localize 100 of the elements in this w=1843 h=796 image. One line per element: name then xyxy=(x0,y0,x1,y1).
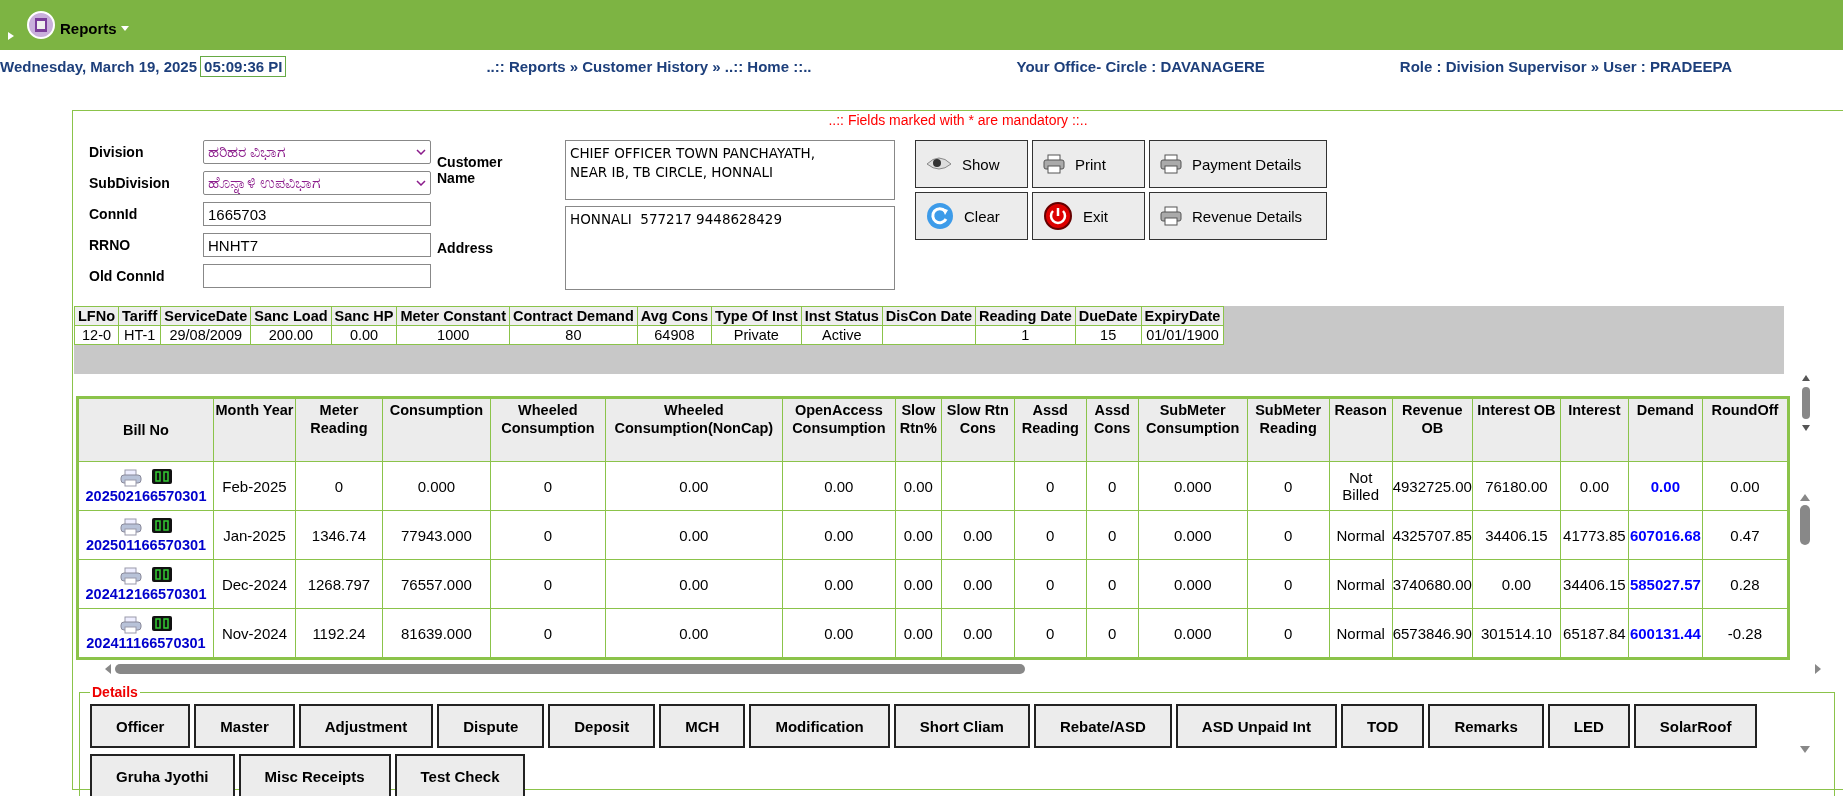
table-cell: HT-1 xyxy=(118,325,161,345)
details-button[interactable]: ASD Unpaid Int xyxy=(1175,704,1337,748)
display-icon[interactable] xyxy=(152,517,172,533)
display-icon[interactable] xyxy=(152,468,172,484)
details-button[interactable]: Deposit xyxy=(548,704,656,748)
column-header: Interest OB xyxy=(1472,398,1561,462)
display-icon[interactable] xyxy=(152,615,172,631)
printer-icon[interactable] xyxy=(120,468,142,487)
table-cell: 0 xyxy=(1247,510,1330,560)
column-header: Reading Date xyxy=(975,306,1076,326)
details-button[interactable]: Master xyxy=(194,704,295,748)
table-cell: 65187.84 xyxy=(1560,608,1629,658)
table-cell: 0.00 xyxy=(895,559,942,609)
table-cell: 64908 xyxy=(637,325,712,345)
column-header: RoundOff xyxy=(1702,398,1788,462)
column-header: Slow Rtn Cons xyxy=(941,398,1015,462)
display-icon[interactable] xyxy=(152,566,172,582)
details-button[interactable]: LED xyxy=(1547,704,1630,748)
details-button[interactable]: SolarRoof xyxy=(1633,704,1758,748)
scrollbar-drawing[interactable] xyxy=(1799,373,1813,433)
printer-icon[interactable] xyxy=(120,517,142,536)
field-label: Old ConnId xyxy=(89,268,166,284)
table-cell: 29/08/2009 xyxy=(160,325,251,345)
column-header: SubMeter Reading xyxy=(1247,398,1330,462)
details-button[interactable]: Remarks xyxy=(1428,704,1544,748)
table-cell: Normal xyxy=(1329,559,1393,609)
table-cell: Private xyxy=(711,325,802,345)
printer-icon[interactable] xyxy=(120,566,142,585)
table-cell: 15 xyxy=(1075,325,1142,345)
breadcrumb[interactable]: ..:: Reports » Customer History » ..:: Home ::.. xyxy=(486,57,812,75)
details-button[interactable]: Gruha Jyothi xyxy=(90,754,235,796)
table-cell: 1192.24 xyxy=(295,608,383,658)
column-header: Demand xyxy=(1628,398,1703,462)
action-button[interactable]: Revenue Details xyxy=(1149,192,1327,240)
details-legend: Details xyxy=(90,684,140,700)
table-cell: 0.00 xyxy=(605,510,783,560)
details-button[interactable]: Test Check xyxy=(394,754,526,796)
table-cell: 0.00 xyxy=(895,510,942,560)
table-cell: 0 xyxy=(1014,510,1087,560)
table-cell: 0.00 xyxy=(941,510,1015,560)
column-header: Wheeled Consumption(NonCap) xyxy=(605,398,783,462)
table-cell: 0 xyxy=(1247,559,1330,609)
input-field[interactable]: HNHT7 xyxy=(203,233,431,257)
table-cell: 0.00 xyxy=(1472,559,1561,609)
reports-menu[interactable]: Reports xyxy=(26,10,129,46)
eye-icon xyxy=(926,156,952,172)
reports-icon xyxy=(26,10,56,40)
table-cell: 0.00 xyxy=(1702,461,1788,511)
table-cell: 0 xyxy=(1086,461,1139,511)
table-cell: 0.000 xyxy=(382,461,491,511)
details-button[interactable]: MCH xyxy=(659,704,746,748)
column-header: Meter Reading xyxy=(295,398,383,462)
details-button[interactable]: Adjustment xyxy=(298,704,434,748)
table-cell: 0.000 xyxy=(1138,510,1248,560)
details-button[interactable]: Modification xyxy=(749,704,890,748)
action-button[interactable]: Clear xyxy=(915,192,1028,240)
details-button[interactable]: Officer xyxy=(90,704,191,748)
details-button[interactable]: TOD xyxy=(1340,704,1425,748)
column-header: Wheeled Consumption xyxy=(490,398,606,462)
dropdown[interactable]: ಹರಿಹರ ವಿಭಾಗ xyxy=(203,140,431,164)
refresh-icon xyxy=(926,202,954,230)
table-cell: Feb-2025 xyxy=(213,461,296,511)
table-cell: 0.00 xyxy=(941,559,1015,609)
action-button[interactable]: Print xyxy=(1032,140,1145,188)
table-cell: 3740680.00 xyxy=(1392,559,1473,609)
action-button[interactable]: Show xyxy=(915,140,1028,188)
printer-icon[interactable] xyxy=(120,615,142,634)
table-cell: 76557.000 xyxy=(382,559,491,609)
table-cell: 4932725.00 xyxy=(1392,461,1473,511)
column-header: Inst Status xyxy=(801,306,883,326)
input-field[interactable]: 1665703 xyxy=(203,202,431,226)
details-button[interactable]: Dispute xyxy=(437,704,545,748)
address-field[interactable]: HONNALI 577217 9448628429 xyxy=(565,206,895,290)
mandatory-notice: ..:: Fields marked with * are mandatory ::.. xyxy=(827,111,1089,130)
dropdown[interactable]: ಹೊನ್ನಾಳಿ ಉಪವಿಭಾಗ xyxy=(203,171,431,195)
action-button[interactable]: Exit xyxy=(1032,192,1145,240)
table-cell: 0 xyxy=(1086,608,1139,658)
table-cell: 301514.10 xyxy=(1472,608,1561,658)
details-button[interactable]: Misc Receipts xyxy=(238,754,391,796)
input-field[interactable] xyxy=(203,264,431,288)
table-cell: 607016.68 xyxy=(1628,510,1703,560)
table-cell: Active xyxy=(801,325,883,345)
table-cell: 0 xyxy=(1247,608,1330,658)
table-cell: 0.00 xyxy=(782,608,896,658)
table-cell: 0.28 xyxy=(1702,559,1788,609)
power-icon xyxy=(1043,202,1073,230)
table-cell: 34406.15 xyxy=(1560,559,1629,609)
chevron-icon xyxy=(416,180,426,186)
table-cell: 01/01/1900 xyxy=(1141,325,1224,345)
horizontal-scrollbar-drawing[interactable] xyxy=(103,662,1823,676)
table-cell: 0.00 xyxy=(1560,461,1629,511)
column-header: DisCon Date xyxy=(882,306,976,326)
table-cell: 0 xyxy=(1014,608,1087,658)
details-button[interactable]: Rebate/ASD xyxy=(1033,704,1172,748)
column-header: Contract Demand xyxy=(509,306,638,326)
customer-name-field[interactable]: CHIEF OFFICER TOWN PANCHAYATH, NEAR IB, TB CIRCLE, HONNALI xyxy=(565,140,895,200)
action-button[interactable]: Payment Details xyxy=(1149,140,1327,188)
column-header: Avg Cons xyxy=(637,306,712,326)
table-cell: 0 xyxy=(1247,461,1330,511)
details-button[interactable]: Short Cliam xyxy=(893,704,1030,748)
